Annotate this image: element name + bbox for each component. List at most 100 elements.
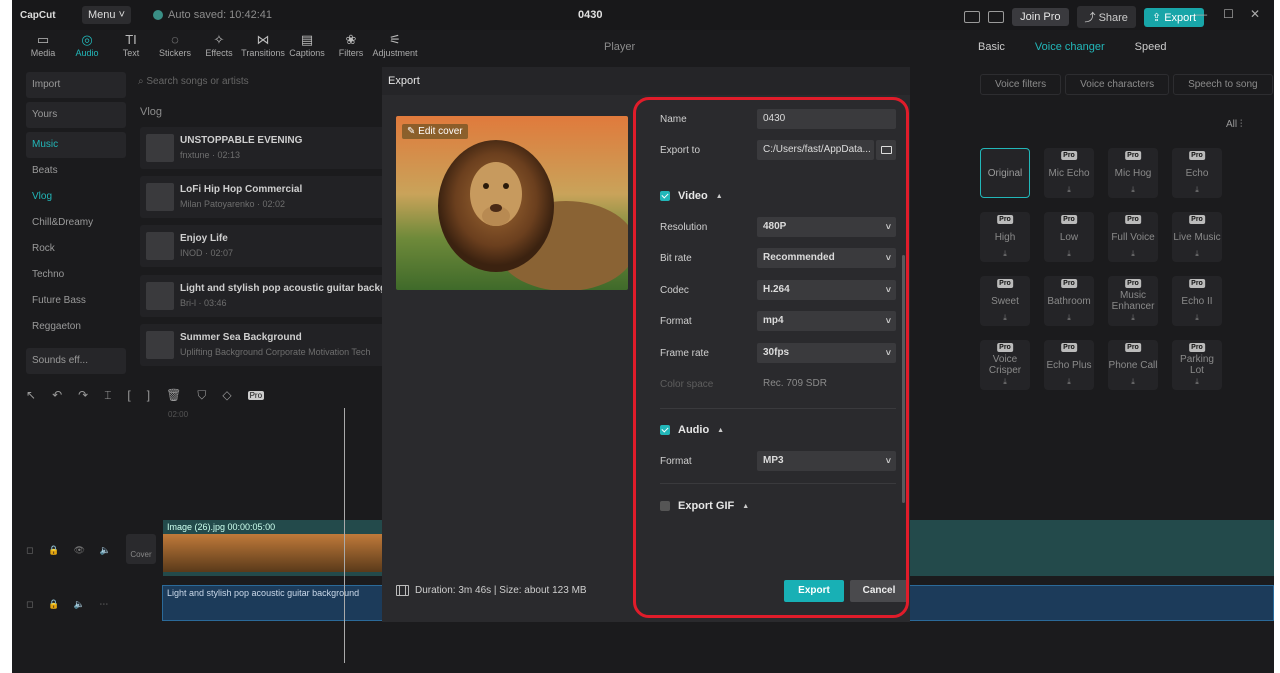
voice-option[interactable]: Pro Mic Echo ⤓ <box>1044 148 1094 198</box>
select-icon[interactable]: ↖ <box>26 388 36 402</box>
list-item[interactable]: LoFi Hip Hop Commercial Milan Patoyarenko… <box>140 176 392 218</box>
list-item[interactable]: UNSTOPPABLE EVENING fnxtune · 02:13 <box>140 127 392 169</box>
sidebar-item-rock[interactable]: Rock <box>26 236 126 262</box>
download-icon[interactable]: ⤓ <box>1195 248 1199 259</box>
pro-badge: Pro <box>997 343 1013 352</box>
download-icon[interactable]: ⤓ <box>1067 184 1071 195</box>
mask-icon[interactable]: ◇ <box>222 388 231 402</box>
download-icon[interactable]: ⤓ <box>1067 312 1071 323</box>
download-icon[interactable]: ⤓ <box>1131 312 1135 323</box>
download-icon[interactable]: ⤓ <box>1003 248 1007 259</box>
sidebar-item-reggaeton[interactable]: Reggaeton <box>26 314 126 340</box>
sound-effects-item[interactable]: Sounds eff... <box>26 348 126 374</box>
voice-option[interactable]: Pro High ⤓ <box>980 212 1030 262</box>
tab-speed[interactable]: Speed <box>1135 41 1167 53</box>
subtab-speech-to-song[interactable]: Speech to song <box>1173 74 1273 95</box>
download-icon[interactable]: ⤓ <box>1131 248 1135 259</box>
tab-stickers[interactable]: ◌ Stickers <box>158 32 192 58</box>
download-icon[interactable]: ⤓ <box>1003 312 1007 323</box>
category-title: Vlog <box>140 106 163 118</box>
import-button[interactable]: Import <box>26 72 126 98</box>
top-right-actions: Join Pro ⤴ Share ⇪ Export <box>964 6 1204 28</box>
redo-icon[interactable]: ↷ <box>78 388 88 402</box>
minimize-icon[interactable]: — <box>1195 7 1207 21</box>
sidebar-item-techno[interactable]: Techno <box>26 262 126 288</box>
song-thumbnail <box>146 232 174 260</box>
tab-voice-changer[interactable]: Voice changer <box>1035 41 1105 53</box>
voice-option[interactable]: Pro Echo ⤓ <box>1172 148 1222 198</box>
music-item[interactable]: Music <box>26 132 126 158</box>
share-icon: ⤴ <box>1084 12 1096 24</box>
voice-option[interactable]: Pro Mic Hog ⤓ <box>1108 148 1158 198</box>
voice-option[interactable]: Pro Music Enhancer ⤓ <box>1108 276 1158 326</box>
menu-button[interactable]: Menu ˅ <box>82 6 132 24</box>
list-item[interactable]: Light and stylish pop acoustic guitar ba… <box>140 275 392 317</box>
join-pro-button[interactable]: Join Pro <box>1012 8 1069 26</box>
playhead[interactable] <box>344 408 345 663</box>
tab-basic[interactable]: Basic <box>978 41 1005 53</box>
share-button[interactable]: ⤴ Share <box>1076 6 1136 28</box>
cover-preview[interactable] <box>396 116 628 290</box>
voice-option[interactable]: Pro Sweet ⤓ <box>980 276 1030 326</box>
maximize-icon[interactable]: ☐ <box>1223 7 1234 21</box>
tab-audio[interactable]: ◎ Audio <box>70 32 104 58</box>
filters-icon: ❀ <box>345 32 357 47</box>
filter-icon: ⫶ <box>1239 119 1243 130</box>
sidebar-item-chill[interactable]: Chill&Dreamy <box>26 210 126 236</box>
tab-media[interactable]: ▭ Media <box>26 32 60 58</box>
filter-all-button[interactable]: All ⫶ <box>1226 119 1242 130</box>
right-panel-tabs: Basic Voice changer Speed <box>978 41 1166 53</box>
upload-icon: ⇪ <box>1151 11 1162 24</box>
sidebar-item-beats[interactable]: Beats <box>26 158 126 184</box>
subtab-voice-characters[interactable]: Voice characters <box>1065 74 1170 95</box>
split-right-icon[interactable]: ] <box>147 388 150 402</box>
close-icon[interactable]: ✕ <box>1250 7 1260 21</box>
tab-text[interactable]: TI Text <box>114 32 148 58</box>
download-icon[interactable]: ⤓ <box>1131 184 1135 195</box>
media-icon: ▭ <box>36 32 50 47</box>
tab-transitions[interactable]: ⋈ Transitions <box>241 32 285 58</box>
split-left-icon[interactable]: [ <box>127 388 130 402</box>
undo-icon[interactable]: ↶ <box>52 388 62 402</box>
download-icon[interactable]: ⤓ <box>1067 248 1071 259</box>
sidebar-item-future-bass[interactable]: Future Bass <box>26 288 126 314</box>
tab-filters[interactable]: ❀ Filters <box>334 32 368 58</box>
shortcut-icon[interactable] <box>988 11 1005 23</box>
player-label: Player <box>604 41 636 53</box>
voice-option[interactable]: Pro Full Voice ⤓ <box>1108 212 1158 262</box>
layout-icon[interactable] <box>964 11 981 23</box>
voice-option[interactable]: Original <box>980 148 1030 198</box>
voice-option[interactable]: Pro Echo II ⤓ <box>1172 276 1222 326</box>
audio-track-controls[interactable]: ◻ 🔒 🔈 ⋯ <box>26 599 114 610</box>
song-thumbnail <box>146 331 174 359</box>
media-toolbar: ▭ Media ◎ Audio TI Text ◌ Stickers ✧ Effects ⋈ Tran… <box>26 32 418 58</box>
list-item[interactable]: Summer Sea Background Uplifting Backgroun… <box>140 324 392 366</box>
chevron-down-icon: ˅ <box>118 9 126 21</box>
pro-badge: Pro <box>997 215 1013 224</box>
search-input[interactable]: ⌕ Search songs or artists <box>138 76 249 87</box>
film-icon <box>396 585 409 596</box>
yours-item[interactable]: Yours <box>26 102 126 128</box>
delete-icon[interactable]: 🗑 <box>166 388 181 402</box>
subtab-voice-filters[interactable]: Voice filters <box>980 74 1062 95</box>
tab-effects[interactable]: ✧ Effects <box>202 32 236 58</box>
captions-icon: ▤ <box>300 32 314 47</box>
cover-button[interactable]: Cover <box>126 534 156 564</box>
download-icon[interactable]: ⤓ <box>1195 184 1199 195</box>
tab-adjustment[interactable]: ⚟ Adjustment <box>372 32 417 58</box>
transitions-icon: ⋈ <box>256 32 270 47</box>
pro-tool-icon[interactable]: Pro <box>247 390 265 400</box>
list-item[interactable]: Enjoy Life INOD · 02:07 <box>140 225 392 267</box>
shield-icon[interactable]: ⛉ <box>197 388 206 403</box>
duration-info: Duration: 3m 46s | Size: about 123 MB <box>396 585 587 596</box>
download-icon[interactable]: ⤓ <box>1195 312 1199 323</box>
video-track-controls[interactable]: ◻ 🔒 👁 🔈 ⋯ <box>26 545 140 556</box>
sidebar-item-vlog[interactable]: Vlog <box>26 184 126 210</box>
voice-option[interactable]: Pro Live Music ⤓ <box>1172 212 1222 262</box>
voice-option[interactable]: Pro Low ⤓ <box>1044 212 1094 262</box>
edit-cover-button[interactable]: ✎ Edit cover <box>402 124 468 139</box>
pro-badge: Pro <box>1189 279 1205 288</box>
split-icon[interactable]: ⌶ <box>104 388 111 403</box>
voice-option[interactable]: Pro Bathroom ⤓ <box>1044 276 1094 326</box>
tab-captions[interactable]: ▤ Captions <box>289 32 325 58</box>
